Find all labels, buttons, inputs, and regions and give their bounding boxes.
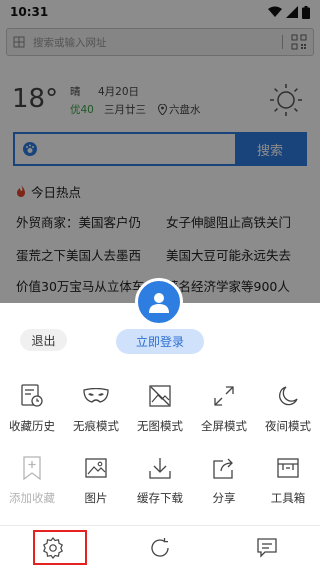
no-image-icon [147,383,173,409]
moon-icon [275,383,301,409]
menu-label: 收藏历史 [9,419,55,433]
menu-label: 工具箱 [270,491,306,505]
bookmark-add-icon [19,455,45,481]
share-icon [211,455,237,481]
menu-label: 无图模式 [137,419,183,433]
menu-item-downloads[interactable]: 缓存下载 [128,455,192,506]
refresh-icon [151,537,169,557]
menu-item-share[interactable]: 分享 [192,455,256,506]
menu-label: 缓存下载 [137,491,183,505]
user-avatar[interactable] [135,278,183,326]
history-icon [19,383,45,409]
menu-label: 全屏模式 [201,419,247,433]
settings-highlight-box [33,530,87,565]
fullscreen-icon [211,383,237,409]
menu-item-incognito[interactable]: 无痕模式 [64,383,128,434]
user-icon [149,293,169,313]
menu-item-night-mode[interactable]: 夜间模式 [256,383,320,434]
menu-row-2: 添加收藏 图片 缓存下载 分享 工具箱 [0,455,320,506]
menu-row-1: 收藏历史 无痕模式 无图模式 全屏模式 夜间模式 [0,383,320,434]
download-icon [147,455,173,481]
menu-item-history[interactable]: 收藏历史 [0,383,64,434]
feedback-button[interactable] [213,526,320,569]
logout-button[interactable]: 退出 [20,329,67,351]
menu-label: 无痕模式 [73,419,119,433]
mask-icon [83,383,109,409]
menu-label: 添加收藏 [9,491,55,505]
menu-item-fullscreen[interactable]: 全屏模式 [192,383,256,434]
message-icon [257,537,277,558]
toolbox-icon [275,455,301,481]
menu-label: 图片 [84,491,108,505]
login-button[interactable]: 立即登录 [116,329,204,354]
menu-item-toolbox[interactable]: 工具箱 [256,455,320,506]
menu-label: 夜间模式 [265,419,311,433]
image-icon [83,455,109,481]
menu-item-no-image[interactable]: 无图模式 [128,383,192,434]
menu-label: 分享 [212,491,236,505]
menu-item-add-bookmark[interactable]: 添加收藏 [0,455,64,506]
menu-item-images[interactable]: 图片 [64,455,128,506]
refresh-button[interactable] [107,526,214,569]
